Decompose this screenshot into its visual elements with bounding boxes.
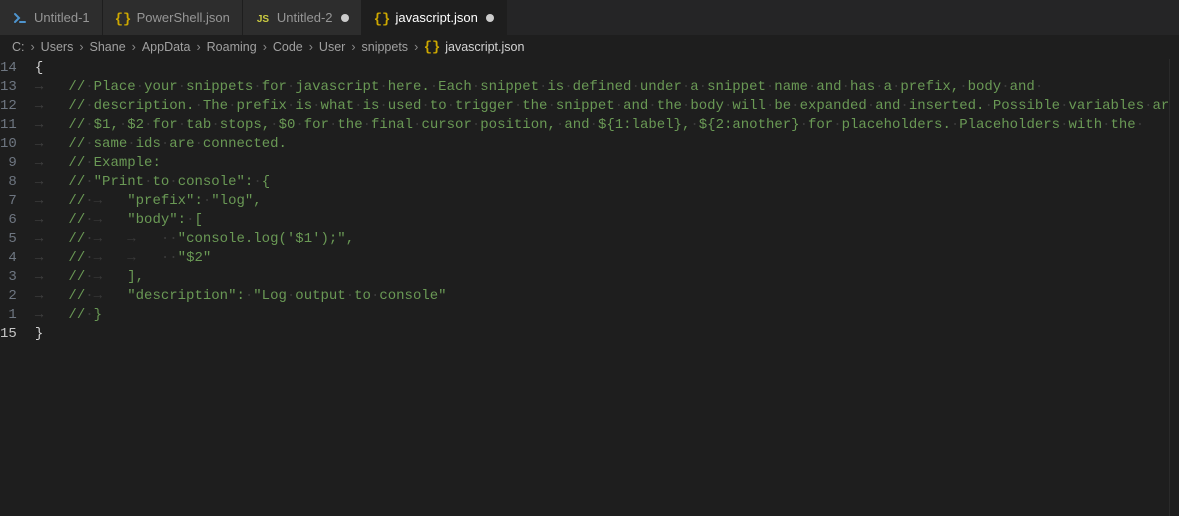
line-number: 3: [0, 268, 17, 287]
braces-icon: {}: [115, 10, 131, 26]
minimap[interactable]: [1169, 59, 1179, 516]
braces-icon: {}: [374, 10, 390, 26]
code-line[interactable]: }: [35, 325, 1179, 344]
code-text: //·$1,·$2·for·tab·stops,·$0·for·the·fina…: [68, 116, 1144, 135]
line-number: 15: [0, 325, 17, 344]
code-text: {: [35, 59, 43, 78]
line-number: 10: [0, 135, 17, 154]
tab-label: Untitled-2: [277, 10, 333, 25]
code-text: //·Place·your·snippets·for·javascript·he…: [68, 78, 1043, 97]
code-line[interactable]: → //·description.·The·prefix·is·what·is·…: [35, 97, 1179, 116]
js-icon: JS: [255, 10, 271, 26]
code-text: //·→ ],: [68, 268, 144, 287]
code-line[interactable]: {: [35, 59, 1179, 78]
breadcrumb-segment[interactable]: Code: [273, 40, 303, 54]
svg-text:{}: {}: [374, 11, 390, 26]
chevron-right-icon: ›: [196, 40, 200, 54]
line-number: 11: [0, 116, 17, 135]
code-line[interactable]: → //·→ → ··"console.log('$1');",: [35, 230, 1179, 249]
line-number: 1: [0, 306, 17, 325]
code-text: //·→ → ··"$2": [68, 249, 211, 268]
line-number: 8: [0, 173, 17, 192]
breadcrumb-segment[interactable]: snippets: [362, 40, 409, 54]
line-number: 13: [0, 78, 17, 97]
code-text: //·→ "body":·[: [68, 211, 202, 230]
code-line[interactable]: → //·→ "description":·"Log·output·to·con…: [35, 287, 1179, 306]
chevron-right-icon: ›: [309, 40, 313, 54]
code-text: //·same·ids·are·connected.: [68, 135, 287, 154]
chevron-right-icon: ›: [263, 40, 267, 54]
tab-powershell-json[interactable]: {} PowerShell.json: [103, 0, 243, 35]
tab-label: javascript.json: [396, 10, 478, 25]
braces-icon: {}: [424, 38, 440, 57]
line-number: 5: [0, 230, 17, 249]
line-number: 6: [0, 211, 17, 230]
code-text: }: [35, 325, 43, 344]
tab-bar: Untitled-1 {} PowerShell.json JS Untitled-2 {…: [0, 0, 1179, 35]
code-line[interactable]: → //·Example:: [35, 154, 1179, 173]
code-area[interactable]: {→ //·Place·your·snippets·for·javascript…: [35, 59, 1179, 516]
code-line[interactable]: → //·Place·your·snippets·for·javascript·…: [35, 78, 1179, 97]
line-number: 14: [0, 59, 17, 78]
breadcrumb-final-label: javascript.json: [445, 40, 524, 54]
line-number: 2: [0, 287, 17, 306]
code-line[interactable]: → //·"Print·to·console":·{: [35, 173, 1179, 192]
chevron-right-icon: ›: [132, 40, 136, 54]
code-text: //·→ → ··"console.log('$1');",: [68, 230, 354, 249]
code-text: //·→ "description":·"Log·output·to·conso…: [68, 287, 446, 306]
svg-text:{}: {}: [424, 39, 440, 54]
code-line[interactable]: → //·}: [35, 306, 1179, 325]
breadcrumb-segment[interactable]: AppData: [142, 40, 191, 54]
code-text: //·Example:: [68, 154, 160, 173]
breadcrumb-final[interactable]: {} javascript.json: [424, 38, 524, 57]
code-text: //·description.·The·prefix·is·what·is·us…: [68, 97, 1179, 116]
code-line[interactable]: → //·same·ids·are·connected.: [35, 135, 1179, 154]
editor[interactable]: 141312111098765432115 {→ //·Place·your·s…: [0, 59, 1179, 516]
tab-untitled-1[interactable]: Untitled-1: [0, 0, 103, 35]
code-line[interactable]: → //·→ → ··"$2": [35, 249, 1179, 268]
tab-untitled-2[interactable]: JS Untitled-2: [243, 0, 362, 35]
line-number: 12: [0, 97, 17, 116]
tab-label: PowerShell.json: [137, 10, 230, 25]
line-number: 4: [0, 249, 17, 268]
breadcrumb-segment[interactable]: Users: [41, 40, 74, 54]
line-gutter: 141312111098765432115: [0, 59, 35, 516]
line-number: 7: [0, 192, 17, 211]
code-line[interactable]: → //·$1,·$2·for·tab·stops,·$0·for·the·fi…: [35, 116, 1179, 135]
chevron-right-icon: ›: [351, 40, 355, 54]
code-text: //·"Print·to·console":·{: [68, 173, 270, 192]
code-text: //·}: [68, 306, 102, 325]
tab-label: Untitled-1: [34, 10, 90, 25]
breadcrumb-segment[interactable]: C:: [12, 40, 25, 54]
code-line[interactable]: → //·→ "prefix":·"log",: [35, 192, 1179, 211]
breadcrumb[interactable]: C: › Users › Shane › AppData › Roaming › Code › User…: [0, 35, 1179, 59]
dirty-indicator-icon: [341, 14, 349, 22]
chevron-right-icon: ›: [79, 40, 83, 54]
powershell-icon: [12, 10, 28, 26]
svg-text:{}: {}: [115, 11, 131, 26]
tab-javascript-json[interactable]: {} javascript.json: [362, 0, 507, 35]
breadcrumb-segment[interactable]: Shane: [90, 40, 126, 54]
chevron-right-icon: ›: [414, 40, 418, 54]
line-number: 9: [0, 154, 17, 173]
code-line[interactable]: → //·→ "body":·[: [35, 211, 1179, 230]
chevron-right-icon: ›: [31, 40, 35, 54]
code-line[interactable]: → //·→ ],: [35, 268, 1179, 287]
code-text: //·→ "prefix":·"log",: [68, 192, 261, 211]
dirty-indicator-icon: [486, 14, 494, 22]
breadcrumb-segment[interactable]: User: [319, 40, 345, 54]
svg-text:JS: JS: [257, 14, 270, 25]
breadcrumb-segment[interactable]: Roaming: [207, 40, 257, 54]
